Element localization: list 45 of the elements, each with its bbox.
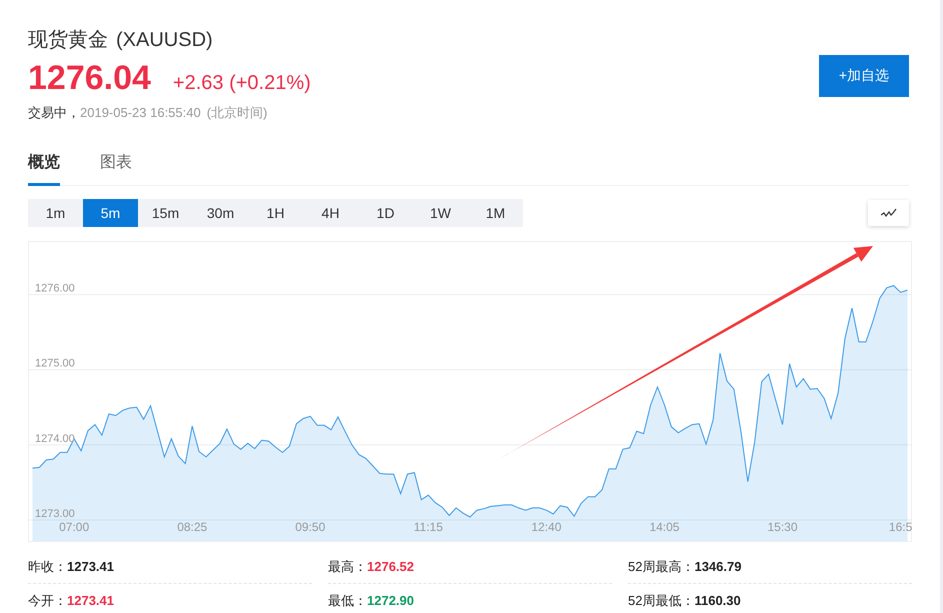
- tab[interactable]: 概览: [28, 148, 60, 186]
- interval-button[interactable]: 30m: [193, 199, 248, 227]
- y-tick-label: 1276.00: [35, 282, 75, 295]
- interval-button[interactable]: 4H: [303, 199, 358, 227]
- instrument-name: 现货黄金: [28, 28, 108, 53]
- interval-button[interactable]: 5m: [83, 199, 138, 227]
- stat-label: 最低：: [328, 592, 367, 610]
- price-change: +2.63 (+0.21%): [172, 72, 311, 95]
- interval-button[interactable]: 1M: [468, 199, 523, 227]
- price: 1276.04: [28, 58, 151, 98]
- line-chart-icon: [880, 208, 896, 218]
- y-tick-label: 1275.00: [35, 358, 75, 370]
- interval-button[interactable]: 1W: [413, 199, 468, 227]
- interval-button[interactable]: 15m: [138, 199, 193, 227]
- stat-value: 1346.79: [694, 559, 742, 574]
- x-tick-label: 08:25: [177, 520, 208, 534]
- stat-label: 52周最低：: [628, 592, 694, 610]
- interval-button[interactable]: 1m: [28, 199, 83, 227]
- interval-button[interactable]: 1H: [248, 199, 303, 227]
- y-tick-label: 1274.00: [35, 432, 75, 445]
- stat-label: 昨收：: [28, 558, 67, 576]
- stat-label: 今开：: [28, 592, 67, 610]
- x-tick-label: 12:40: [531, 520, 562, 534]
- timezone: (北京时间): [206, 104, 268, 122]
- interval-button[interactable]: 1D: [358, 199, 413, 227]
- stat-label: 最高：: [328, 558, 367, 576]
- stat-value: 1273.41: [67, 559, 114, 574]
- stat-label: 52周最高：: [628, 558, 694, 576]
- stat-value: 1273.41: [67, 593, 114, 608]
- tab[interactable]: 图表: [100, 148, 132, 186]
- x-tick-label: 14:05: [649, 520, 680, 534]
- stat-value: 1160.30: [694, 593, 741, 608]
- instrument-symbol: (XAUUSD): [116, 28, 213, 53]
- x-tick-label: 09:50: [295, 520, 326, 534]
- x-tick-label: 15:30: [768, 520, 798, 534]
- stat-value: 1276.52: [367, 559, 414, 574]
- timestamp: 2019-05-23 16:55:40: [80, 104, 201, 122]
- x-tick-label: 11:15: [414, 520, 443, 534]
- y-tick-label: 1273.00: [35, 508, 75, 520]
- x-tick-label: 07:00: [59, 520, 90, 534]
- add-watchlist-button[interactable]: +加自选: [819, 55, 909, 97]
- trading-status: 交易中，: [28, 104, 80, 122]
- chart-type-button[interactable]: [868, 200, 909, 226]
- stat-value: 1272.90: [367, 593, 414, 608]
- x-tick-label: 16:5: [888, 520, 912, 534]
